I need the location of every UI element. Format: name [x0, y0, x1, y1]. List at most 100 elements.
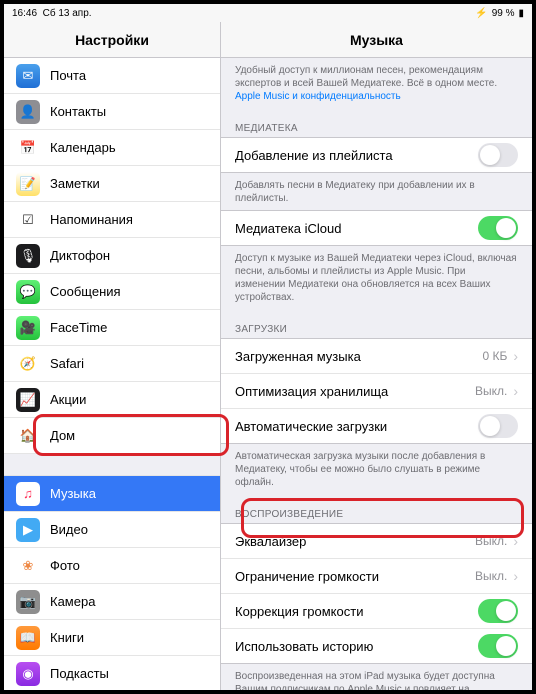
sidebar-item-label: Акции [50, 392, 86, 407]
app-icon: 📈 [16, 388, 40, 412]
sidebar-item-label: Книги [50, 630, 84, 645]
sidebar-item-label: Подкасты [50, 666, 109, 681]
sidebar-item-FaceTime[interactable]: 🎥 FaceTime [4, 310, 220, 346]
app-icon: ☑ [16, 208, 40, 232]
sidebar-item-Safari[interactable]: 🧭 Safari [4, 346, 220, 382]
app-icon: 🎙 [16, 244, 40, 268]
row-label: Ограничение громкости [235, 569, 475, 584]
toggle[interactable] [478, 634, 518, 658]
sidebar-item-label: Контакты [50, 104, 106, 119]
app-icon: 💬 [16, 280, 40, 304]
sidebar-item-Фото[interactable]: ❀ Фото [4, 548, 220, 584]
app-icon: 🎥 [16, 316, 40, 340]
sidebar-item-Контакты[interactable]: 👤 Контакты [4, 94, 220, 130]
sidebar-item-label: Заметки [50, 176, 100, 191]
chevron-icon: › [513, 568, 518, 584]
sidebar-item-label: Диктофон [50, 248, 110, 263]
sidebar-item-Подкасты[interactable]: ◉ Подкасты [4, 656, 220, 690]
sidebar-item-Книги[interactable]: 📖 Книги [4, 620, 220, 656]
sidebar-item-label: Safari [50, 356, 84, 371]
detail-content: Удобный доступ к миллионам песен, рекоме… [221, 58, 532, 690]
sidebar-item-label: Камера [50, 594, 95, 609]
app-icon: 📖 [16, 626, 40, 650]
group-note: Добавлять песни в Медиатеку при добавлен… [221, 173, 532, 211]
group-note: Доступ к музыке из Вашей Медиатеки через… [221, 246, 532, 310]
settings-row[interactable]: Ограничение громкостиВыкл. › [221, 558, 532, 594]
row-label: Использовать историю [235, 639, 478, 654]
battery-icon: ▮ [518, 8, 524, 19]
group-header: МЕДИАТЕКА [221, 109, 532, 138]
chevron-icon: › [513, 533, 518, 549]
sidebar-title: Настройки [4, 22, 220, 58]
sidebar-item-Почта[interactable]: ✉ Почта [4, 58, 220, 94]
sidebar-item-label: Фото [50, 558, 80, 573]
battery-icon: ⚡ [475, 8, 487, 19]
settings-row[interactable]: ЭквалайзерВыкл. › [221, 523, 532, 559]
settings-row[interactable]: Добавление из плейлиста [221, 137, 532, 173]
sidebar-item-Напоминания[interactable]: ☑ Напоминания [4, 202, 220, 238]
settings-row[interactable]: Медиатека iCloud [221, 210, 532, 246]
sidebar-item-label: Напоминания [50, 212, 133, 227]
group-note: Удобный доступ к миллионам песен, рекоме… [221, 58, 532, 109]
app-icon: 📝 [16, 172, 40, 196]
settings-row[interactable]: Автоматические загрузки [221, 408, 532, 444]
sidebar-list: ✉ Почта 👤 Контакты 📅 Календарь 📝 Заметки ☑ Напоми… [4, 58, 220, 690]
group-header: ВОСПРОИЗВЕДЕНИЕ [221, 495, 532, 524]
row-label: Загруженная музыка [235, 349, 482, 364]
sidebar-item-label: Видео [50, 522, 88, 537]
sidebar-item-Заметки[interactable]: 📝 Заметки [4, 166, 220, 202]
app-icon: 👤 [16, 100, 40, 124]
app-icon: ❀ [16, 554, 40, 578]
app-icon: 🧭 [16, 352, 40, 376]
toggle[interactable] [478, 414, 518, 438]
sidebar-item-Акции[interactable]: 📈 Акции [4, 382, 220, 418]
sidebar-item-label: Почта [50, 68, 86, 83]
settings-row[interactable]: Использовать историю [221, 628, 532, 664]
app-icon: ◉ [16, 662, 40, 686]
sidebar-item-Музыка[interactable]: ♫ Музыка [4, 476, 220, 512]
sidebar-item-Дом[interactable]: 🏠 Дом [4, 418, 220, 454]
row-value: Выкл. [475, 384, 507, 398]
settings-row[interactable]: Коррекция громкости [221, 593, 532, 629]
row-value: Выкл. [475, 534, 507, 548]
app-icon: ✉ [16, 64, 40, 88]
sidebar-item-Камера[interactable]: 📷 Камера [4, 584, 220, 620]
sidebar-item-Сообщения[interactable]: 💬 Сообщения [4, 274, 220, 310]
chevron-icon: › [513, 383, 518, 399]
chevron-icon: › [513, 348, 518, 364]
toggle[interactable] [478, 599, 518, 623]
group-header: ЗАГРУЗКИ [221, 310, 532, 339]
sidebar-item-label: Календарь [50, 140, 116, 155]
sidebar-item-label: Сообщения [50, 284, 121, 299]
link[interactable]: Apple Music и конфиденциальность [235, 91, 401, 102]
sidebar-item-Видео[interactable]: ▶ Видео [4, 512, 220, 548]
row-label: Эквалайзер [235, 534, 475, 549]
sidebar-item-label: Дом [50, 428, 75, 443]
sidebar-item-label: FaceTime [50, 320, 107, 335]
sidebar-item-Календарь[interactable]: 📅 Календарь [4, 130, 220, 166]
sidebar-item-Диктофон[interactable]: 🎙 Диктофон [4, 238, 220, 274]
row-label: Медиатека iCloud [235, 221, 478, 236]
app-icon: 📷 [16, 590, 40, 614]
status-right: ⚡ 99 % ▮ [475, 8, 524, 19]
detail-pane: Музыка Удобный доступ к миллионам песен,… [221, 22, 532, 690]
app-icon: ♫ [16, 482, 40, 506]
settings-row[interactable]: Оптимизация хранилищаВыкл. › [221, 373, 532, 409]
status-left: 16:46 Сб 13 апр. [12, 8, 92, 19]
app-icon: 📅 [16, 136, 40, 160]
sidebar-item-label: Музыка [50, 486, 96, 501]
sidebar: Настройки ✉ Почта 👤 Контакты 📅 Календарь 📝 Заме… [4, 22, 221, 690]
row-label: Коррекция громкости [235, 604, 478, 619]
row-label: Оптимизация хранилища [235, 384, 475, 399]
app-icon: 🏠 [16, 424, 40, 448]
row-label: Добавление из плейлиста [235, 148, 478, 163]
row-value: Выкл. [475, 569, 507, 583]
row-value: 0 КБ [482, 349, 507, 363]
settings-row[interactable]: Загруженная музыка0 КБ › [221, 338, 532, 374]
toggle[interactable] [478, 216, 518, 240]
toggle[interactable] [478, 143, 518, 167]
app-icon: ▶ [16, 518, 40, 542]
status-bar: 16:46 Сб 13 апр. ⚡ 99 % ▮ [4, 4, 532, 22]
row-label: Автоматические загрузки [235, 419, 478, 434]
group-note: Воспроизведенная на этом iPad музыка буд… [221, 664, 532, 690]
